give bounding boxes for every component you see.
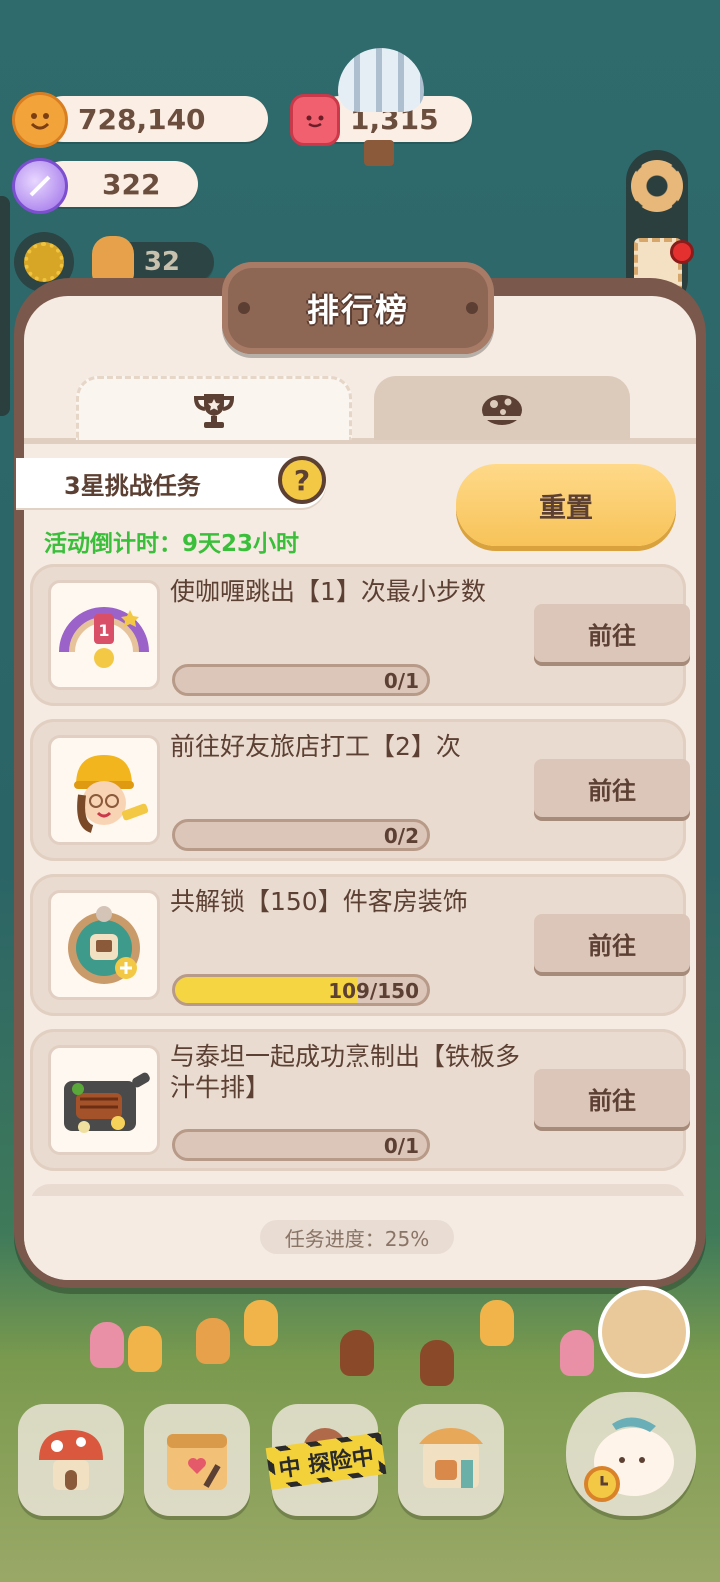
task-progress-bar: 109/150 bbox=[172, 974, 430, 1006]
gingerbread-character bbox=[90, 1322, 124, 1368]
gingerbread-character bbox=[420, 1340, 454, 1386]
task-thumb bbox=[48, 1045, 160, 1155]
tab-cookie[interactable] bbox=[374, 376, 630, 440]
task-progress-text: 109/150 bbox=[328, 979, 419, 1003]
calendar-icon bbox=[167, 1434, 227, 1490]
challenge-label-text: 3星挑战任务 bbox=[64, 471, 201, 500]
shop-icon bbox=[419, 1428, 483, 1488]
nav-mushroom-house[interactable] bbox=[18, 1404, 124, 1516]
balloon-icon bbox=[338, 48, 424, 112]
coin-count: 728,140 bbox=[78, 102, 206, 136]
svg-text:1: 1 bbox=[98, 621, 109, 640]
gingerbread-character bbox=[128, 1326, 162, 1372]
task-progress-bar: 0/1 bbox=[172, 664, 430, 696]
helper-count: 32 bbox=[143, 247, 180, 277]
go-button[interactable]: 前往 bbox=[534, 604, 690, 662]
gingerbread-character bbox=[560, 1330, 594, 1376]
trophy-icon bbox=[193, 393, 235, 428]
task-title: 前往好友旅店打工【2】次 bbox=[170, 732, 461, 761]
task-card: 与泰坦一起成功烹制出【铁板多汁牛排】 0/1 前往 bbox=[30, 1029, 690, 1171]
go-button[interactable]: 前往 bbox=[534, 914, 690, 972]
help-button[interactable]: ? bbox=[278, 456, 326, 504]
reset-label: 重置 bbox=[539, 492, 593, 524]
notification-dot bbox=[670, 240, 694, 264]
balloon-basket bbox=[364, 140, 394, 166]
task-card: 前往好友旅店打工【2】次 0/2 前往 bbox=[30, 719, 690, 861]
tab-trophy[interactable] bbox=[76, 376, 352, 440]
task-card: 1 使咖喱跳出【1】次最小步数 0/1 前往 bbox=[30, 564, 690, 706]
panel-title-plate: 排行榜 bbox=[222, 262, 494, 354]
task-progress-bar: 0/1 bbox=[172, 1129, 430, 1161]
go-button[interactable]: 前往 bbox=[534, 759, 690, 817]
candy-count: 322 bbox=[102, 167, 161, 201]
settings-gear-icon[interactable] bbox=[631, 160, 683, 212]
go-label: 前往 bbox=[588, 621, 636, 650]
gingerbread-character bbox=[340, 1330, 374, 1376]
rivet-left bbox=[238, 302, 250, 314]
task-thumb bbox=[48, 890, 160, 1000]
task-thumb: 1 bbox=[48, 580, 160, 690]
nav-calendar[interactable] bbox=[144, 1404, 250, 1516]
nav-shop[interactable] bbox=[398, 1404, 504, 1516]
gingerbread-character bbox=[196, 1318, 230, 1364]
task-progress-text: 0/2 bbox=[383, 824, 419, 848]
go-label: 前往 bbox=[588, 776, 636, 805]
gingerbread-character bbox=[244, 1300, 278, 1346]
task-title: 共解锁【150】件客房装饰 bbox=[170, 887, 468, 916]
task-title: 与泰坦一起成功烹制出【铁板多汁牛排】 bbox=[170, 1042, 521, 1102]
task-thumb bbox=[48, 735, 160, 845]
cookie-coin-icon bbox=[12, 92, 68, 148]
cat-chef-character[interactable] bbox=[598, 1286, 690, 1378]
countdown-text: 活动倒计时：9天23小时 bbox=[44, 531, 300, 557]
cat-fish-timer-icon bbox=[584, 1417, 674, 1502]
go-label: 前往 bbox=[588, 1086, 636, 1115]
left-edge-tab bbox=[0, 196, 10, 416]
go-label: 前往 bbox=[588, 931, 636, 960]
mushroom-house-icon bbox=[39, 1430, 103, 1490]
room-decoration-icon bbox=[68, 906, 140, 984]
nav-cat-timer[interactable] bbox=[566, 1392, 696, 1516]
task-progress-summary: 任务进度：25% bbox=[260, 1220, 454, 1254]
rivet-right bbox=[466, 302, 478, 314]
worker-character-icon bbox=[74, 755, 149, 833]
gingerbread-character bbox=[480, 1300, 514, 1346]
steak-plate-icon bbox=[64, 1072, 150, 1133]
go-button[interactable]: 前往 bbox=[534, 1069, 690, 1127]
rank-badge-icon: 1 bbox=[59, 607, 149, 668]
panel-title: 排行榜 bbox=[306, 291, 409, 329]
help-icon: ? bbox=[293, 463, 311, 497]
coin-counter[interactable]: 728,140 bbox=[40, 96, 268, 142]
gingerbread-helper-icon bbox=[92, 236, 134, 284]
task-progress-text: 0/1 bbox=[383, 1134, 419, 1158]
cookie-ball-icon bbox=[482, 395, 522, 425]
jelly-gem-icon bbox=[290, 94, 340, 146]
task-progress-bar: 0/2 bbox=[172, 819, 430, 851]
candy-icon bbox=[12, 158, 68, 214]
reset-button[interactable]: 重置 bbox=[456, 464, 676, 546]
task-title: 使咖喱跳出【1】次最小步数 bbox=[170, 577, 486, 606]
task-progress-text: 0/1 bbox=[383, 669, 419, 693]
task-card: 共解锁【150】件客房装饰 109/150 前往 bbox=[30, 874, 690, 1016]
